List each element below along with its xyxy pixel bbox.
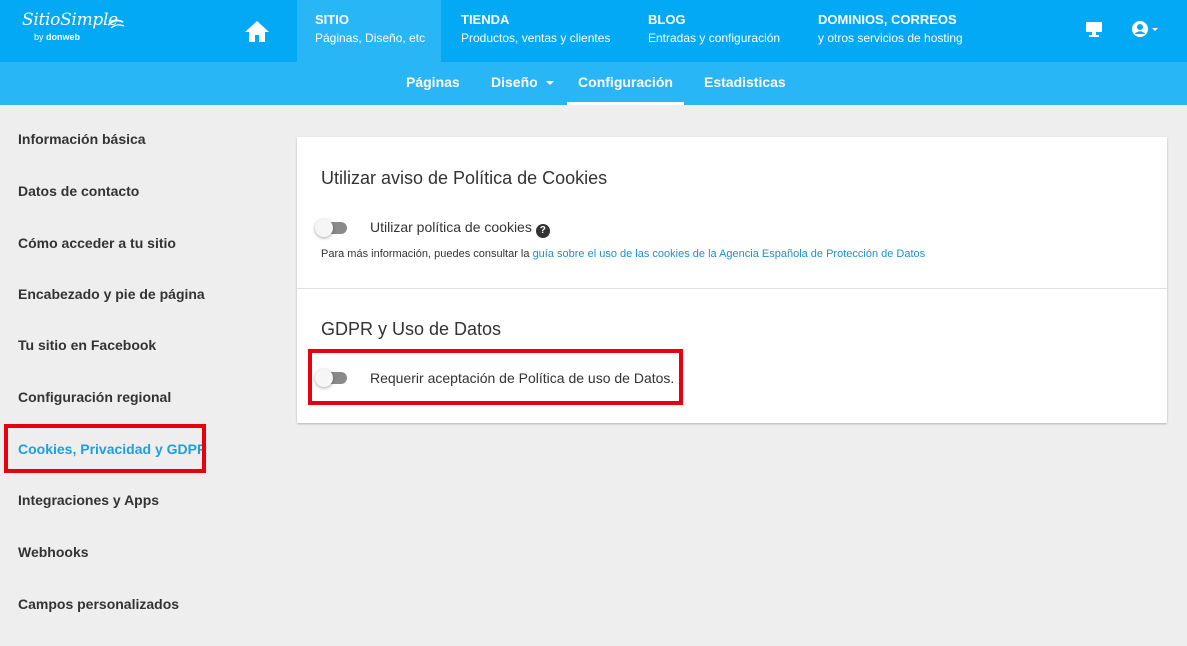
top-navbar: SitioSimple by donweb SITIO Páginas, Dis…: [0, 0, 1187, 62]
sidebar-item-datos-contacto[interactable]: Datos de contacto: [18, 183, 139, 199]
cookies-toggle-thumb: [315, 219, 333, 237]
desktop-preview-button[interactable]: [1085, 20, 1103, 43]
gdpr-highlight-box: [308, 349, 683, 405]
sidebar-highlight-box: [4, 424, 206, 473]
sidebar-item-como-acceder[interactable]: Cómo acceder a tu sitio: [18, 235, 176, 251]
subnav-configuracion[interactable]: Configuración: [567, 62, 684, 105]
topnav-sitio-subtitle: Páginas, Diseño, etc: [315, 31, 426, 45]
topnav-dominios[interactable]: DOMINIOS, CORREOS y otros servicios de h…: [800, 0, 981, 62]
topnav-tienda[interactable]: TIENDA Productos, ventas y clientes: [443, 0, 628, 62]
subnav-diseno[interactable]: Diseño: [491, 62, 555, 105]
topnav-blog[interactable]: BLOG Entradas y configuración: [630, 0, 798, 62]
brand-company: donweb: [46, 32, 81, 42]
subnav-diseno-label: Diseño: [491, 74, 538, 90]
chevron-down-icon: [545, 81, 554, 85]
brand-logo[interactable]: SitioSimple by donweb: [22, 10, 125, 50]
cookies-toggle[interactable]: [315, 219, 349, 237]
sidebar-item-informacion-basica[interactable]: Información básica: [18, 131, 146, 147]
help-icon[interactable]: ?: [535, 224, 550, 238]
topnav-tienda-subtitle: Productos, ventas y clientes: [461, 31, 611, 45]
sidebar-item-webhooks[interactable]: Webhooks: [18, 544, 89, 560]
account-icon: [1132, 21, 1158, 37]
brand-swoosh-icon: [107, 19, 125, 29]
topnav-blog-title: BLOG: [648, 12, 686, 27]
section-divider: [297, 288, 1167, 289]
topnav-sitio[interactable]: SITIO Páginas, Diseño, etc: [297, 0, 441, 62]
sidebar-item-integraciones[interactable]: Integraciones y Apps: [18, 492, 159, 508]
sidebar-item-configuracion-regional[interactable]: Configuración regional: [18, 389, 171, 405]
cookies-toggle-label: Utilizar política de cookies: [370, 219, 532, 235]
home-button[interactable]: [238, 14, 276, 48]
home-icon: [245, 21, 269, 42]
desktop-icon: [1086, 22, 1102, 37]
cookies-info-prefix: Para más información, puedes consultar l…: [321, 248, 533, 260]
sidebar-item-campos-personalizados[interactable]: Campos personalizados: [18, 596, 179, 612]
sub-navbar: Páginas Diseño Configuración Estadistica…: [0, 62, 1187, 105]
caret-down-icon: [1152, 28, 1158, 31]
aepd-cookies-guide-link[interactable]: guía sobre el uso de las cookies de la A…: [533, 248, 926, 260]
subnav-estadisticas[interactable]: Estadisticas: [704, 62, 786, 105]
topnav-blog-subtitle: Entradas y configuración: [648, 31, 781, 45]
subnav-paginas[interactable]: Páginas: [406, 62, 460, 105]
topnav-dominios-subtitle: y otros servicios de hosting: [818, 31, 963, 45]
cookies-toggle-label-row: Utilizar política de cookies?: [370, 219, 550, 238]
cookies-section-heading: Utilizar aviso de Política de Cookies: [321, 168, 608, 188]
sidebar-item-encabezado-pie[interactable]: Encabezado y pie de página: [18, 286, 205, 302]
gdpr-section-heading: GDPR y Uso de Datos: [321, 319, 502, 339]
cookies-info-text: Para más información, puedes consultar l…: [321, 248, 925, 260]
topnav-tienda-title: TIENDA: [461, 12, 510, 27]
brand-byline: by donweb: [34, 32, 122, 42]
topnav-sitio-title: SITIO: [315, 12, 349, 27]
topnav-dominios-title: DOMINIOS, CORREOS: [818, 12, 957, 27]
brand-by: by: [34, 32, 44, 42]
sidebar-item-facebook[interactable]: Tu sitio en Facebook: [18, 337, 156, 353]
account-menu-button[interactable]: [1131, 20, 1161, 43]
